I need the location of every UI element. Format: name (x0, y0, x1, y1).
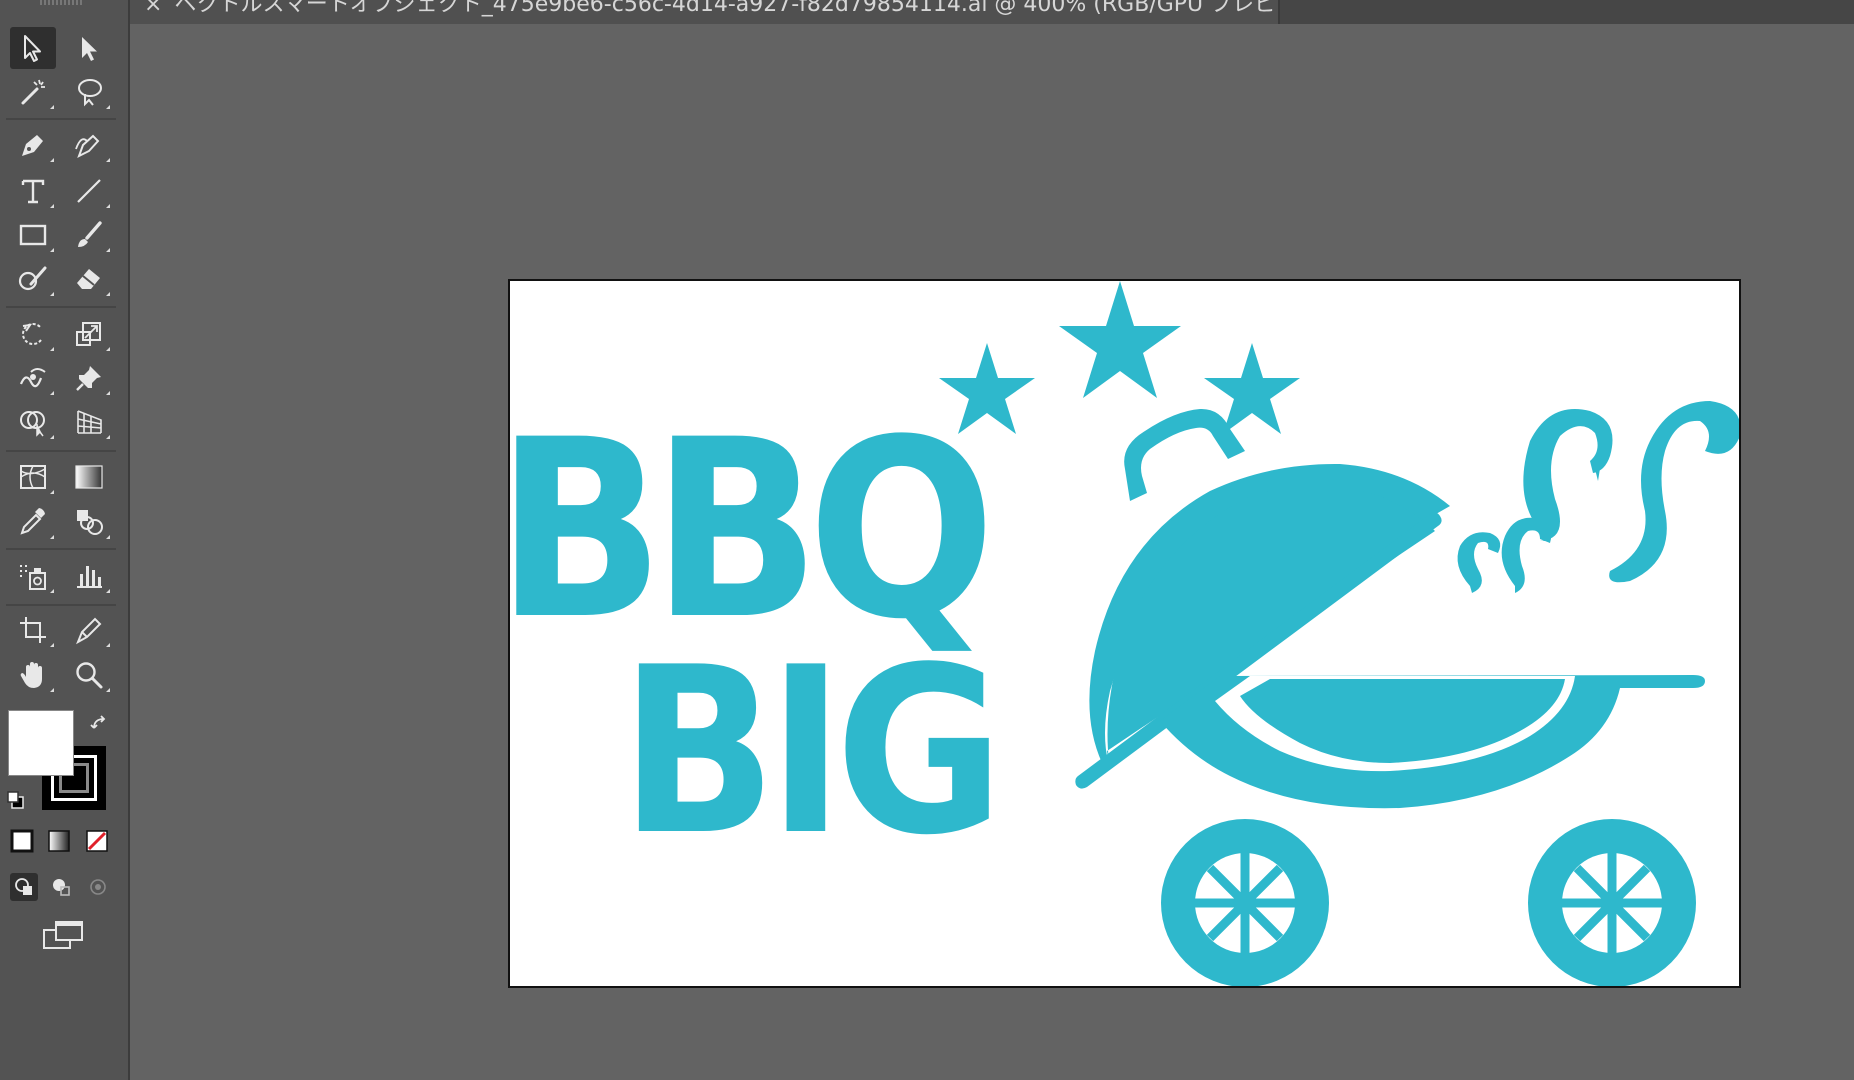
default-colors-icon (7, 791, 24, 809)
line-segment-tool[interactable] (66, 170, 112, 212)
change-screen-mode-button[interactable] (42, 918, 86, 952)
puppet-warp-tool[interactable] (66, 357, 112, 399)
slice-tool[interactable] (66, 609, 112, 651)
toolbar-separator (6, 548, 116, 550)
symbol-sprayer-icon (20, 565, 46, 590)
artboard-icon (20, 617, 46, 643)
selection-arrow-icon (24, 35, 41, 62)
shaper-tool[interactable] (10, 258, 56, 300)
curvature-tool[interactable] (66, 124, 112, 166)
artboard[interactable]: BBQ BIG (508, 279, 1741, 988)
tools-panel (0, 0, 130, 1080)
gradient-mode-button[interactable] (45, 827, 73, 855)
magic-wand-tool[interactable] (10, 71, 56, 113)
selection-tool[interactable] (10, 27, 56, 69)
perspective-grid-tool[interactable] (66, 401, 112, 443)
paintbrush-icon (78, 221, 102, 247)
close-tab-button[interactable]: × (144, 0, 162, 16)
star-icon (1059, 281, 1181, 398)
pin-icon (76, 366, 101, 391)
blend-tool[interactable] (66, 501, 112, 543)
mesh-tool[interactable] (10, 456, 56, 498)
scale-tool[interactable] (66, 313, 112, 355)
lasso-icon (78, 79, 102, 107)
document-tab-bar: × ベクトルスマートオブジェクト_475e9be6-c56c-4d14-a927-… (130, 0, 1854, 24)
hand-tool[interactable] (10, 654, 56, 696)
gradient-swatch-icon (48, 830, 70, 852)
scale-icon (76, 322, 101, 346)
paintbrush-tool[interactable] (66, 214, 112, 256)
document-tab[interactable]: × ベクトルスマートオブジェクト_475e9be6-c56c-4d14-a927-… (130, 0, 1280, 24)
default-fill-stroke-button[interactable] (2, 786, 30, 814)
draw-inside-button[interactable] (84, 873, 112, 901)
draw-inside-icon (90, 879, 106, 895)
magic-wand-icon (21, 79, 45, 105)
line-icon (77, 179, 101, 203)
none-mode-button[interactable] (83, 827, 111, 855)
panel-grip[interactable] (40, 0, 84, 5)
steam-swirl (1501, 517, 1552, 593)
toolbar-separator (6, 604, 116, 606)
steam-swirl (1457, 532, 1501, 593)
column-graph-tool[interactable] (66, 555, 112, 597)
shaper-icon (18, 266, 47, 291)
toolbar-separator (6, 450, 116, 452)
logo-text-big: BIG (620, 619, 995, 886)
gradient-tool[interactable] (66, 456, 112, 498)
steam-swirl (1609, 401, 1739, 583)
shape-builder-icon (20, 411, 45, 437)
swap-arrows-icon (90, 715, 106, 729)
direct-selection-arrow-icon (82, 37, 97, 61)
shape-builder-tool[interactable] (10, 401, 56, 443)
zoom-tool[interactable] (66, 654, 112, 696)
draw-behind-button[interactable] (47, 873, 75, 901)
warp-tool[interactable] (10, 357, 56, 399)
rotate-tool[interactable] (10, 313, 56, 355)
column-graph-icon (77, 566, 102, 588)
toolbar-separator (6, 118, 116, 120)
toolbar-separator (6, 306, 116, 308)
color-mode-button[interactable] (8, 827, 36, 855)
symbol-sprayer-tool[interactable] (10, 555, 56, 597)
gradient-icon (75, 465, 103, 489)
artboard-tool[interactable] (10, 609, 56, 651)
color-icon (10, 829, 34, 853)
perspective-grid-icon (77, 410, 102, 434)
fill-swatch[interactable] (8, 710, 74, 776)
blend-icon (77, 510, 103, 535)
document-title: ベクトルスマートオブジェクト_475e9be6-c56c-4d14-a927-f… (174, 0, 1280, 17)
rotate-icon (22, 323, 42, 345)
lasso-tool[interactable] (66, 71, 112, 113)
eraser-tool[interactable] (66, 258, 112, 300)
direct-selection-tool[interactable] (66, 27, 112, 69)
swap-fill-stroke-button[interactable] (86, 710, 114, 738)
none-swatch-icon (86, 830, 108, 852)
draw-normal-icon (15, 878, 32, 895)
mesh-icon (20, 465, 46, 489)
rectangle-icon (19, 224, 47, 246)
type-icon (21, 179, 45, 204)
curvature-pen-icon (75, 134, 100, 159)
type-tool[interactable] (10, 170, 56, 212)
eyedropper-icon (20, 508, 45, 535)
eraser-icon (77, 269, 100, 289)
warp-icon (19, 368, 46, 388)
draw-normal-button[interactable] (10, 873, 38, 901)
screen-mode-icon (43, 921, 83, 949)
draw-behind-icon (53, 879, 70, 896)
zoom-icon (76, 662, 103, 689)
pen-icon (22, 135, 43, 156)
hand-icon (20, 662, 42, 688)
rectangle-tool[interactable] (10, 214, 56, 256)
eyedropper-tool[interactable] (10, 501, 56, 543)
pen-tool[interactable] (10, 124, 56, 166)
bbq-logo: BBQ BIG (510, 281, 1739, 986)
slice-icon (76, 617, 102, 645)
